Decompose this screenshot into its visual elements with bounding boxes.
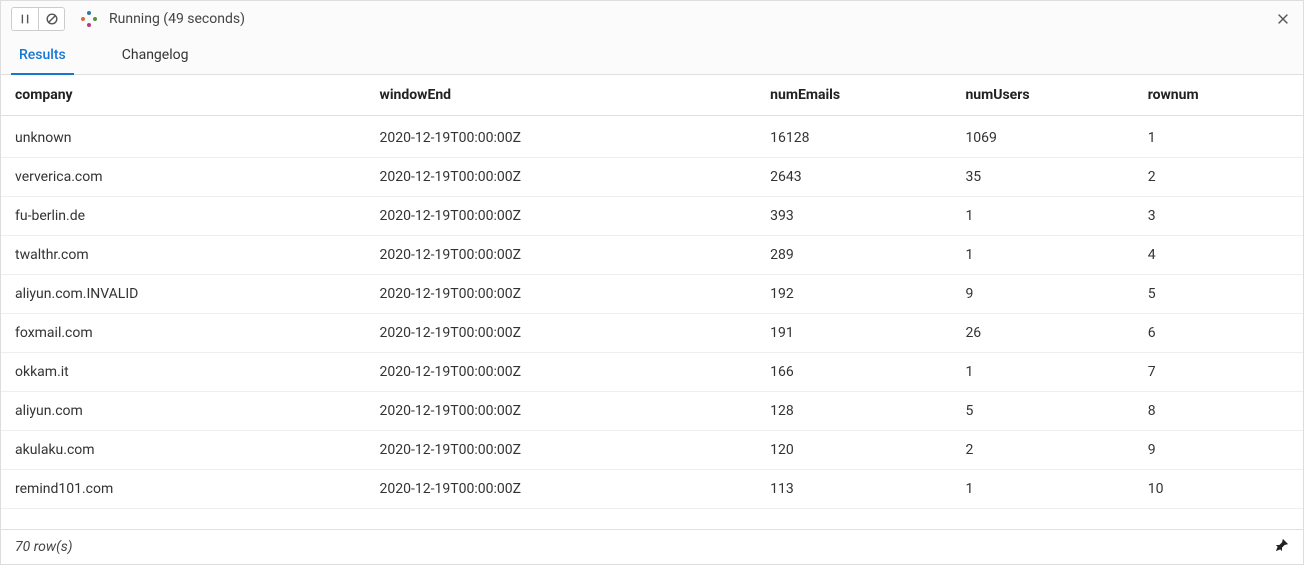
cell-company: aliyun.com.INVALID bbox=[1, 275, 366, 314]
cell-company: fu-berlin.de bbox=[1, 197, 366, 236]
cell-rownum: 9 bbox=[1134, 431, 1303, 470]
cell-numEmails: 113 bbox=[756, 470, 951, 509]
cell-numEmails: 166 bbox=[756, 353, 951, 392]
cell-company: foxmail.com bbox=[1, 314, 366, 353]
cell-windowEnd: 2020-12-19T00:00:00Z bbox=[366, 236, 757, 275]
table-row[interactable]: unknown2020-12-19T00:00:00Z1612810691 bbox=[1, 116, 1303, 158]
cell-numUsers: 1 bbox=[951, 197, 1133, 236]
cell-numUsers: 1 bbox=[951, 353, 1133, 392]
close-button[interactable] bbox=[1273, 9, 1293, 29]
cell-windowEnd: 2020-12-19T00:00:00Z bbox=[366, 353, 757, 392]
cell-company: unknown bbox=[1, 116, 366, 158]
cell-windowEnd: 2020-12-19T00:00:00Z bbox=[366, 197, 757, 236]
table-row[interactable]: okkam.it2020-12-19T00:00:00Z16617 bbox=[1, 353, 1303, 392]
cell-numUsers: 9 bbox=[951, 275, 1133, 314]
cell-numUsers: 35 bbox=[951, 158, 1133, 197]
col-header-rownum[interactable]: rownum bbox=[1134, 75, 1303, 116]
cell-numUsers: 1 bbox=[951, 470, 1133, 509]
results-panel: Running (49 seconds) Results Changelog c… bbox=[0, 0, 1304, 565]
execution-controls bbox=[11, 7, 65, 31]
cell-company: ververica.com bbox=[1, 158, 366, 197]
cell-company: remind101.com bbox=[1, 470, 366, 509]
cell-numUsers: 26 bbox=[951, 314, 1133, 353]
status-text: Running (49 seconds) bbox=[109, 11, 245, 27]
loading-spinner-icon bbox=[81, 11, 97, 27]
results-table: company windowEnd numEmails numUsers row… bbox=[1, 75, 1303, 509]
stop-button[interactable] bbox=[38, 8, 64, 30]
panel-footer: 70 row(s) bbox=[1, 529, 1303, 564]
cell-numUsers: 5 bbox=[951, 392, 1133, 431]
results-table-container[interactable]: company windowEnd numEmails numUsers row… bbox=[1, 75, 1303, 529]
cell-numEmails: 128 bbox=[756, 392, 951, 431]
table-header-row: company windowEnd numEmails numUsers row… bbox=[1, 75, 1303, 116]
col-header-company[interactable]: company bbox=[1, 75, 366, 116]
cell-numUsers: 1 bbox=[951, 236, 1133, 275]
table-row[interactable]: aliyun.com.INVALID2020-12-19T00:00:00Z19… bbox=[1, 275, 1303, 314]
cell-numEmails: 120 bbox=[756, 431, 951, 470]
col-header-windowend[interactable]: windowEnd bbox=[366, 75, 757, 116]
table-row[interactable]: aliyun.com2020-12-19T00:00:00Z12858 bbox=[1, 392, 1303, 431]
cell-rownum: 10 bbox=[1134, 470, 1303, 509]
cell-numEmails: 393 bbox=[756, 197, 951, 236]
cell-numUsers: 2 bbox=[951, 431, 1133, 470]
cell-numEmails: 192 bbox=[756, 275, 951, 314]
cell-rownum: 3 bbox=[1134, 197, 1303, 236]
cell-rownum: 7 bbox=[1134, 353, 1303, 392]
cell-company: aliyun.com bbox=[1, 392, 366, 431]
pause-button[interactable] bbox=[12, 8, 38, 30]
table-row[interactable]: ververica.com2020-12-19T00:00:00Z2643352 bbox=[1, 158, 1303, 197]
cell-rownum: 6 bbox=[1134, 314, 1303, 353]
cell-company: akulaku.com bbox=[1, 431, 366, 470]
cell-windowEnd: 2020-12-19T00:00:00Z bbox=[366, 275, 757, 314]
stop-icon bbox=[45, 12, 59, 26]
pin-icon bbox=[1275, 538, 1289, 552]
cell-windowEnd: 2020-12-19T00:00:00Z bbox=[366, 470, 757, 509]
cell-windowEnd: 2020-12-19T00:00:00Z bbox=[366, 431, 757, 470]
cell-rownum: 5 bbox=[1134, 275, 1303, 314]
cell-company: twalthr.com bbox=[1, 236, 366, 275]
cell-windowEnd: 2020-12-19T00:00:00Z bbox=[366, 116, 757, 158]
col-header-numusers[interactable]: numUsers bbox=[951, 75, 1133, 116]
tab-changelog[interactable]: Changelog bbox=[114, 37, 197, 75]
cell-windowEnd: 2020-12-19T00:00:00Z bbox=[366, 314, 757, 353]
tab-results[interactable]: Results bbox=[11, 37, 74, 75]
cell-numUsers: 1069 bbox=[951, 116, 1133, 158]
table-row[interactable]: twalthr.com2020-12-19T00:00:00Z28914 bbox=[1, 236, 1303, 275]
cell-numEmails: 2643 bbox=[756, 158, 951, 197]
table-row[interactable]: akulaku.com2020-12-19T00:00:00Z12029 bbox=[1, 431, 1303, 470]
col-header-numemails[interactable]: numEmails bbox=[756, 75, 951, 116]
row-count-text: 70 row(s) bbox=[15, 539, 73, 555]
cell-rownum: 8 bbox=[1134, 392, 1303, 431]
pause-icon bbox=[18, 12, 32, 26]
cell-rownum: 1 bbox=[1134, 116, 1303, 158]
table-row[interactable]: foxmail.com2020-12-19T00:00:00Z191266 bbox=[1, 314, 1303, 353]
table-row[interactable]: fu-berlin.de2020-12-19T00:00:00Z39313 bbox=[1, 197, 1303, 236]
panel-header: Running (49 seconds) bbox=[1, 1, 1303, 37]
cell-windowEnd: 2020-12-19T00:00:00Z bbox=[366, 158, 757, 197]
table-row[interactable]: remind101.com2020-12-19T00:00:00Z113110 bbox=[1, 470, 1303, 509]
cell-numEmails: 16128 bbox=[756, 116, 951, 158]
cell-company: okkam.it bbox=[1, 353, 366, 392]
cell-rownum: 4 bbox=[1134, 236, 1303, 275]
pin-button[interactable] bbox=[1275, 538, 1289, 556]
close-icon bbox=[1276, 12, 1290, 26]
tab-bar: Results Changelog bbox=[1, 37, 1303, 75]
cell-windowEnd: 2020-12-19T00:00:00Z bbox=[366, 392, 757, 431]
cell-numEmails: 289 bbox=[756, 236, 951, 275]
cell-numEmails: 191 bbox=[756, 314, 951, 353]
cell-rownum: 2 bbox=[1134, 158, 1303, 197]
